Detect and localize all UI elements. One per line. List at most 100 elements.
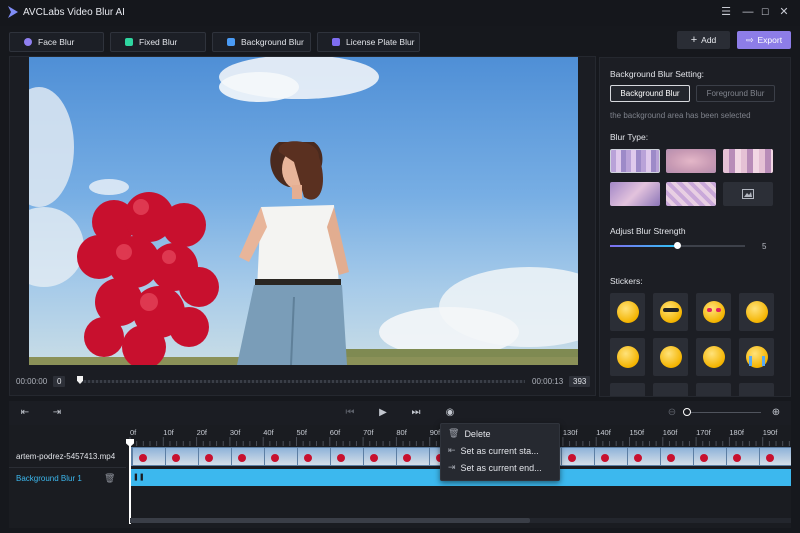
blur-type-motion[interactable] bbox=[610, 182, 660, 206]
add-button[interactable]: + Add bbox=[677, 31, 730, 49]
background-blur-mode-button[interactable]: Background Blur bbox=[610, 85, 690, 102]
clip-thumbnail bbox=[331, 448, 363, 465]
zoom-in-icon[interactable]: ⊕ bbox=[769, 406, 783, 420]
blur-track-name[interactable]: Background Blur 1 bbox=[16, 474, 82, 483]
tick-label: 0f bbox=[130, 428, 137, 437]
current-time: 00:00:00 bbox=[16, 377, 48, 386]
clip-handle-icon[interactable]: ❚❚ bbox=[133, 473, 145, 481]
blur-type-mosaic[interactable] bbox=[610, 149, 660, 173]
clip-thumbnail bbox=[661, 448, 693, 465]
menu-item-set-start[interactable]: ⇤ Set as current sta... bbox=[448, 445, 539, 456]
video-frame-image bbox=[29, 57, 578, 365]
sticker-laughing[interactable] bbox=[610, 338, 645, 376]
clip-thumbnail bbox=[298, 448, 330, 465]
track-divider bbox=[9, 467, 126, 468]
total-time: 00:00:13 bbox=[532, 377, 564, 386]
face-blur-label: Face Blur bbox=[38, 37, 75, 47]
strength-title: Adjust Blur Strength bbox=[610, 226, 686, 236]
zoom-out-icon[interactable]: ⊖ bbox=[665, 406, 679, 420]
tick-label: 90f bbox=[429, 428, 441, 437]
video-preview[interactable] bbox=[29, 57, 578, 365]
fixed-blur-button[interactable]: Fixed Blur bbox=[110, 32, 206, 52]
sticker-heart-eyes[interactable] bbox=[696, 293, 731, 331]
stickers-title: Stickers: bbox=[610, 276, 643, 286]
close-icon[interactable]: ✕ bbox=[776, 5, 792, 19]
align-right-icon[interactable]: ⇥ bbox=[50, 406, 64, 420]
maximize-icon[interactable]: ☐ bbox=[757, 5, 773, 19]
menu-item-set-end[interactable]: ⇥ Set as current end... bbox=[448, 462, 542, 473]
blur-type-custom-image[interactable] bbox=[723, 182, 773, 206]
sticker-extra-2[interactable] bbox=[653, 383, 688, 396]
tick-label: 10f bbox=[163, 428, 174, 437]
zoom-slider-track[interactable] bbox=[687, 412, 761, 413]
clip-thumbnail bbox=[562, 448, 594, 465]
export-label: Export bbox=[757, 35, 783, 45]
blur-type-title: Blur Type: bbox=[610, 132, 649, 142]
set-end-label: Set as current end... bbox=[460, 462, 542, 473]
zoom-slider-handle[interactable] bbox=[683, 408, 691, 416]
face-blur-button[interactable]: Face Blur bbox=[9, 32, 104, 52]
app-logo-icon bbox=[8, 6, 18, 18]
export-icon: ⇨ bbox=[745, 34, 754, 45]
delete-label: Delete bbox=[464, 428, 491, 439]
clip-thumbnail bbox=[199, 448, 231, 465]
export-button[interactable]: ⇨ Export bbox=[737, 31, 791, 49]
next-frame-icon[interactable]: ⏭ bbox=[409, 406, 423, 420]
current-frame: 0 bbox=[53, 376, 66, 387]
tick-label: 40f bbox=[263, 428, 274, 437]
sticker-grimace[interactable] bbox=[696, 338, 731, 376]
sticker-extra-3[interactable] bbox=[696, 383, 731, 396]
strength-slider-fill bbox=[610, 245, 678, 247]
tick-label: 190f bbox=[762, 428, 778, 437]
total-frames: 393 bbox=[569, 376, 591, 387]
clip-thumbnail bbox=[397, 448, 429, 465]
menu-icon[interactable]: ☰ bbox=[718, 5, 734, 19]
sticker-smile[interactable] bbox=[610, 293, 645, 331]
align-left-icon[interactable]: ⇤ bbox=[18, 406, 32, 420]
sticker-crying[interactable] bbox=[739, 338, 774, 376]
background-blur-button[interactable]: Background Blur bbox=[212, 32, 311, 52]
license-plate-blur-label: License Plate Blur bbox=[346, 37, 415, 47]
sticker-extra-4[interactable] bbox=[739, 383, 774, 396]
balloon-thumb bbox=[238, 454, 246, 462]
balloon-thumb bbox=[370, 454, 378, 462]
clip-thumbnail bbox=[694, 448, 726, 465]
strength-slider-handle[interactable] bbox=[674, 242, 681, 249]
play-icon[interactable]: ▶ bbox=[376, 406, 390, 420]
fixed-blur-label: Fixed Blur bbox=[139, 37, 178, 47]
license-plate-blur-button[interactable]: License Plate Blur bbox=[317, 32, 420, 52]
balloon-thumb bbox=[733, 454, 741, 462]
playhead[interactable] bbox=[129, 439, 131, 524]
tick-label: 130f bbox=[562, 428, 578, 437]
sticker-sunglasses[interactable] bbox=[653, 293, 688, 331]
balloon-thumb bbox=[568, 454, 576, 462]
blur-type-gaussian[interactable] bbox=[666, 149, 716, 173]
progress-track[interactable] bbox=[80, 380, 525, 383]
tick-label: 170f bbox=[696, 428, 711, 437]
app-title: AVCLabs Video Blur AI bbox=[23, 7, 125, 18]
minimize-icon[interactable]: — bbox=[740, 5, 756, 19]
menu-item-delete[interactable]: 🗑 Delete bbox=[448, 428, 490, 439]
eye-icon[interactable]: ◉ bbox=[443, 406, 457, 420]
sticker-neutral[interactable] bbox=[739, 293, 774, 331]
blur-type-frosted[interactable] bbox=[666, 182, 716, 206]
set-start-label: Set as current sta... bbox=[460, 445, 539, 456]
sticker-extra-1[interactable] bbox=[610, 383, 645, 396]
previous-frame-icon[interactable]: ⏮ bbox=[343, 406, 357, 420]
tick-label: 70f bbox=[363, 428, 374, 437]
blur-type-pixel[interactable] bbox=[723, 149, 773, 173]
trash-icon[interactable]: 🗑 bbox=[104, 473, 115, 484]
foreground-blur-mode-button[interactable]: Foreground Blur bbox=[696, 85, 775, 102]
tick-label: 160f bbox=[662, 428, 678, 437]
timeline-scrollbar-thumb[interactable] bbox=[130, 518, 530, 523]
sticker-eye-roll[interactable] bbox=[653, 338, 688, 376]
background-icon bbox=[227, 38, 235, 46]
clip-thumbnail bbox=[595, 448, 627, 465]
balloon-thumb bbox=[766, 454, 774, 462]
strength-value: 5 bbox=[762, 242, 767, 251]
clip-thumbnail bbox=[727, 448, 759, 465]
balloon-thumb bbox=[205, 454, 213, 462]
clip-thumbnail bbox=[166, 448, 198, 465]
sticker-grid bbox=[610, 293, 790, 396]
balloon-thumb bbox=[139, 454, 147, 462]
